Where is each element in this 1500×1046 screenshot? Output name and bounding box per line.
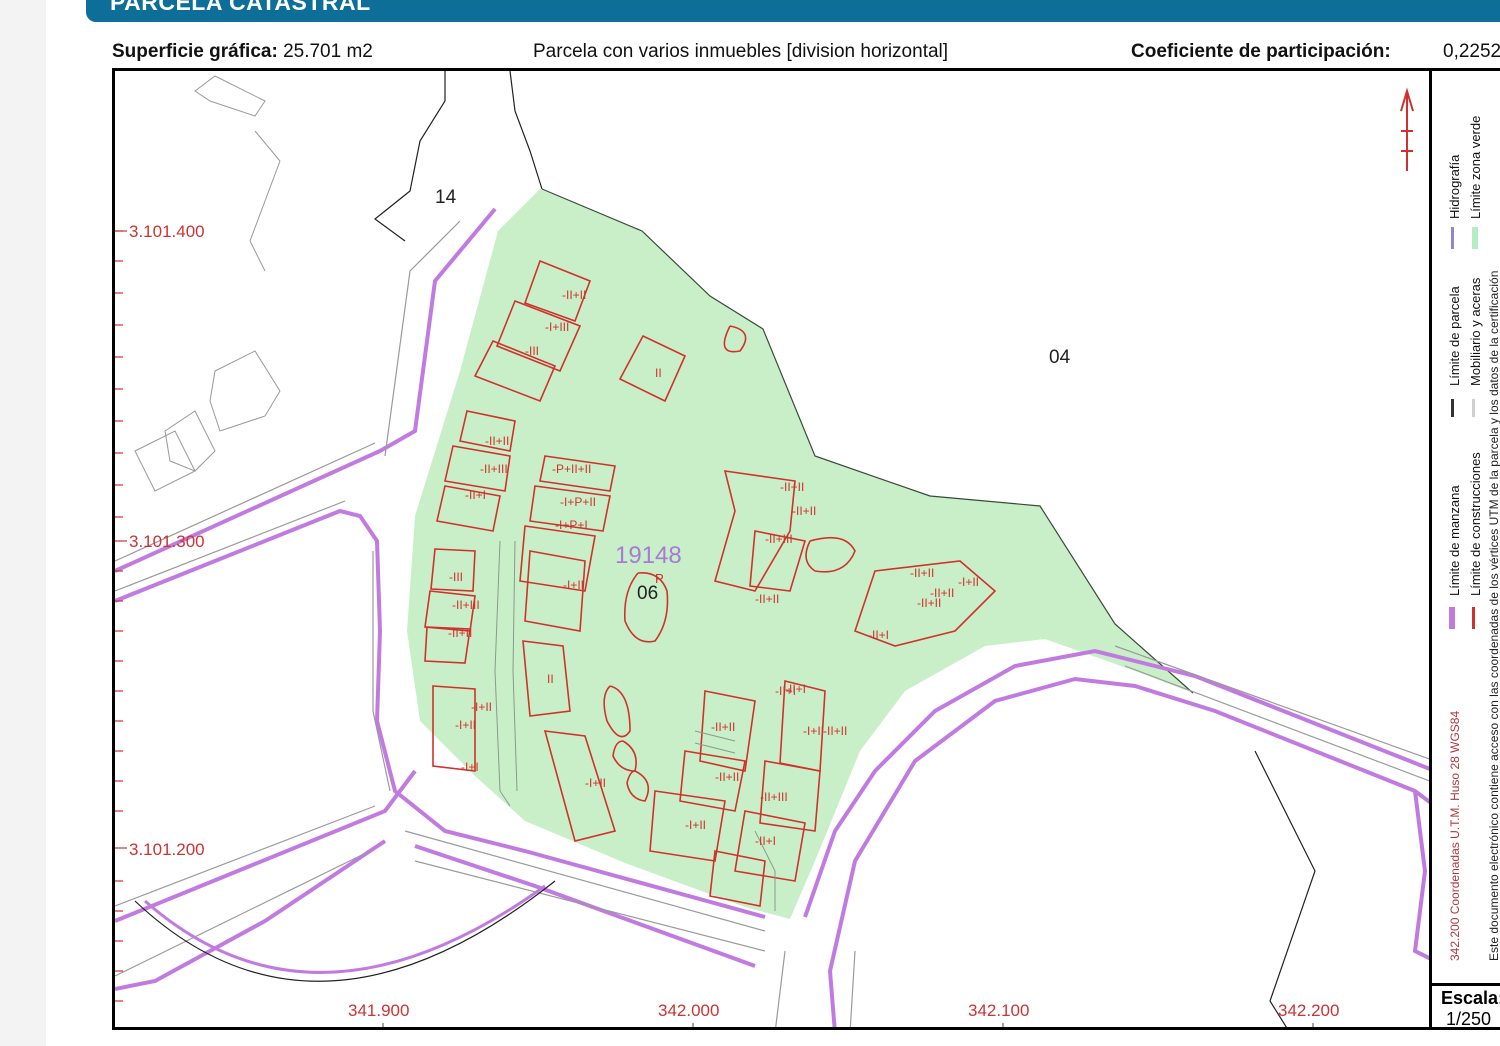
building-label: -P+II+II [552,462,591,476]
surface-label: Superficie gráfica: [112,41,278,62]
legend-item-label: Límite de parcela [1447,286,1462,386]
building-label: -I+II [585,776,606,790]
building-label: -I+II [455,718,476,732]
building-label: -I+II [563,578,584,592]
page-margin [0,0,46,1046]
p-marker-label: P [655,571,664,586]
legend-canvas: Límite de manzana Límite de construccion… [1447,116,1500,961]
building-label: -II+II [711,720,735,734]
building-label: -II+II [792,504,816,518]
building-label: -I+I [461,760,479,774]
building-label: -II+II [823,724,847,738]
legend-coords-note: 342.200 Coordenadas U.T.M. Huso 28 WGS84 [1448,711,1462,961]
cadastral-map[interactable]: 3.101.400 3.101.300 3.101.200 341.900 34… [112,68,1432,1030]
scale-label: Escala: [1441,988,1500,1008]
scale-value: 1/250 [1446,1009,1492,1029]
scale-box: Escala: 1/250 [1432,983,1500,1030]
building-label: -I+P+I [555,518,588,532]
legend-swatch-zona-verde [1472,227,1478,249]
legend-swatch-parcela [1451,399,1454,417]
legend-doc-note: Este documento electrónico contiene acce… [1487,271,1500,961]
x-coord-label: 342.200 [1278,1001,1339,1020]
building-label: -I+P+II [560,495,596,509]
map-legend: Límite de manzana Límite de construccion… [1432,68,1500,983]
building-label: -II+I [465,488,486,502]
building-label: -II+II [930,586,954,600]
building-label: -I+II [685,818,706,832]
legend-item-label: Límite zona verde [1468,116,1483,219]
neighbor-parcel-label: 14 [435,187,457,208]
surface-value: 25.701 m2 [283,41,373,62]
legend-swatch-manzana [1449,607,1455,629]
building-label: -I+II [958,575,979,589]
building-label: -II+I [868,628,889,642]
building-label: -II+III [452,598,480,612]
x-coord-label: 342.100 [968,1001,1029,1020]
legend-item-label: Límite de manzana [1447,485,1462,596]
building-label: -II+II [562,288,586,302]
legend-swatch-mobiliario [1472,399,1475,417]
building-label: -II+II [910,566,934,580]
building-label: -II+III [765,532,793,546]
legend-item-label: Límite de construcciones [1468,452,1483,596]
y-coord-label: 3.101.300 [129,532,205,551]
building-label: -II+III [760,790,788,804]
parcel-type: Parcela con varios inmuebles [division h… [533,41,949,62]
legend-item-label: Mobiliario y aceras [1468,277,1483,386]
building-label: -II+II [780,480,804,494]
building-label: -II+I [755,834,776,848]
building-label: -II+II [448,626,472,640]
x-coord-label: 342.000 [658,1001,719,1020]
x-coord-label: 341.900 [348,1001,409,1020]
building-label: -II+II [755,592,779,606]
building-label: -II+III [480,462,508,476]
map-labels: 3.101.400 3.101.300 3.101.200 341.900 34… [129,187,1339,1020]
building-label: II [655,366,662,380]
section-title: PARCELA CATASTRAL [110,0,371,15]
coef-label: Coeficiente de participación: [1131,41,1391,62]
building-label: -II+II [715,770,739,784]
building-label: II [547,672,554,686]
parcel-number-label: 19148 [615,542,682,569]
building-label: -II+II [485,434,509,448]
building-label: -II+I [785,682,806,696]
building-label: -III [525,344,539,358]
building-label: -III [449,570,463,584]
legend-swatch-construcciones [1472,607,1475,629]
legend-item-label: Hidrografía [1447,154,1462,219]
building-label: -I+II [471,700,492,714]
parcel-subcode-label: 06 [637,583,658,604]
building-label: -I+III [545,320,569,334]
section-header: PARCELA CATASTRAL [86,0,1500,22]
neighbor-parcel-label: 04 [1049,347,1071,368]
y-coord-label: 3.101.400 [129,222,205,241]
building-label: -I+II [803,724,824,738]
legend-swatch-hidrografia [1451,227,1454,249]
coef-value: 0,2252 [1443,41,1500,62]
surface-info: Superficie gráfica: 25.701 m2 [112,41,373,63]
y-coord-label: 3.101.200 [129,840,205,859]
